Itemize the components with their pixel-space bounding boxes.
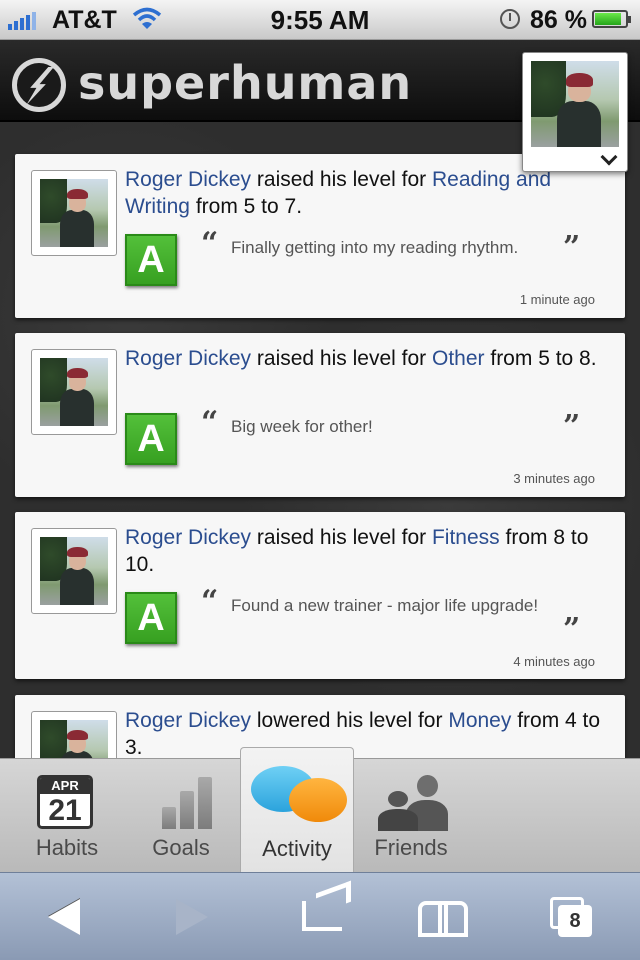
forward-button[interactable] — [162, 893, 222, 941]
back-arrow-icon — [48, 899, 80, 935]
status-quote: Finally getting into my reading rhythm. — [231, 238, 519, 257]
user-avatar[interactable] — [31, 170, 117, 256]
activity-card: Roger Dickey raised his level for Readin… — [15, 154, 625, 318]
profile-menu-button[interactable] — [522, 52, 628, 172]
profile-avatar — [531, 61, 619, 147]
activity-feed[interactable]: Roger Dickey raised his level for Readin… — [0, 122, 640, 758]
tabs-button[interactable]: 8 — [544, 893, 604, 941]
tab-label: Goals — [152, 835, 210, 860]
user-link[interactable]: Roger Dickey — [125, 709, 251, 732]
app-logo-text: superhuman — [78, 56, 413, 110]
activity-card: Roger Dickey raised his level for Other … — [15, 333, 625, 497]
activity-headline: Roger Dickey raised his level for Fitnes… — [125, 524, 605, 578]
calendar-icon: APR 21 — [37, 775, 93, 829]
close-quote-icon: ” — [563, 409, 581, 444]
user-avatar[interactable] — [31, 711, 117, 758]
calendar-day: 21 — [48, 794, 82, 827]
tab-label: Habits — [35, 835, 99, 860]
activity-verb: raised his level for — [256, 526, 427, 549]
tab-activity[interactable]: Activity — [240, 747, 354, 873]
level-change: from 5 to 7. — [195, 195, 303, 218]
open-quote-icon: “ — [201, 226, 219, 261]
lightning-logo-icon — [12, 58, 66, 112]
user-link[interactable]: Roger Dickey — [125, 347, 251, 370]
browser-toolbar: 8 — [0, 872, 640, 960]
category-link[interactable]: Other — [432, 347, 485, 370]
open-quote-icon: “ — [201, 584, 219, 619]
activity-headline: Roger Dickey raised his level for Other … — [125, 345, 605, 372]
activity-headline: Roger Dickey lowered his level for Money… — [125, 707, 605, 758]
calendar-month: APR — [40, 778, 90, 794]
chevron-down-icon — [600, 148, 618, 166]
bookmarks-button[interactable] — [414, 893, 474, 941]
grade-badge: A — [125, 592, 177, 644]
status-quote: Big week for other! — [231, 417, 373, 436]
activity-verb: raised his level for — [256, 347, 427, 370]
user-avatar[interactable] — [31, 528, 117, 614]
grade-badge: A — [125, 413, 177, 465]
level-change: from 5 to 8. — [490, 347, 597, 370]
back-button[interactable] — [34, 893, 94, 941]
timestamp: 1 minute ago — [519, 292, 595, 307]
tab-label: Friends — [374, 835, 448, 860]
close-quote-icon: ” — [563, 230, 581, 265]
people-icon — [374, 773, 450, 833]
user-avatar[interactable] — [31, 349, 117, 435]
open-quote-icon: “ — [201, 405, 219, 440]
bookmarks-book-icon — [418, 901, 468, 937]
tab-friends[interactable]: Friends — [354, 759, 468, 873]
tabs-icon: 8 — [550, 897, 592, 937]
activity-headline: Roger Dickey raised his level for Readin… — [125, 166, 605, 220]
share-button[interactable] — [296, 893, 356, 941]
timestamp: 4 minutes ago — [513, 654, 595, 669]
user-link[interactable]: Roger Dickey — [125, 526, 251, 549]
timestamp: 3 minutes ago — [513, 471, 595, 486]
battery-percentage: 86 % — [530, 6, 587, 34]
category-link[interactable]: Fitness — [432, 526, 500, 549]
tab-bar: APR 21 Habits Goals Activity Friends — [0, 747, 640, 873]
battery-icon — [592, 10, 631, 28]
category-link[interactable]: Money — [448, 709, 511, 732]
forward-arrow-icon — [176, 899, 208, 935]
status-bar: AT&T 9:55 AM 86 % — [0, 0, 640, 40]
bar-chart-icon — [162, 777, 216, 829]
alarm-clock-icon — [500, 9, 520, 29]
activity-verb: lowered his level for — [256, 709, 443, 732]
tab-goals[interactable]: Goals — [124, 759, 238, 873]
chat-bubbles-icon — [251, 766, 347, 830]
tab-habits[interactable]: APR 21 Habits — [10, 759, 124, 873]
share-icon — [302, 901, 342, 931]
grade-badge: A — [125, 234, 177, 286]
user-link[interactable]: Roger Dickey — [125, 168, 251, 191]
activity-verb: raised his level for — [256, 168, 427, 191]
tab-label: Activity — [262, 836, 332, 861]
activity-card: Roger Dickey raised his level for Fitnes… — [15, 512, 625, 679]
status-quote: Found a new trainer - major life upgrade… — [231, 596, 539, 615]
tab-count: 8 — [558, 905, 592, 937]
close-quote-icon: ” — [563, 612, 581, 647]
